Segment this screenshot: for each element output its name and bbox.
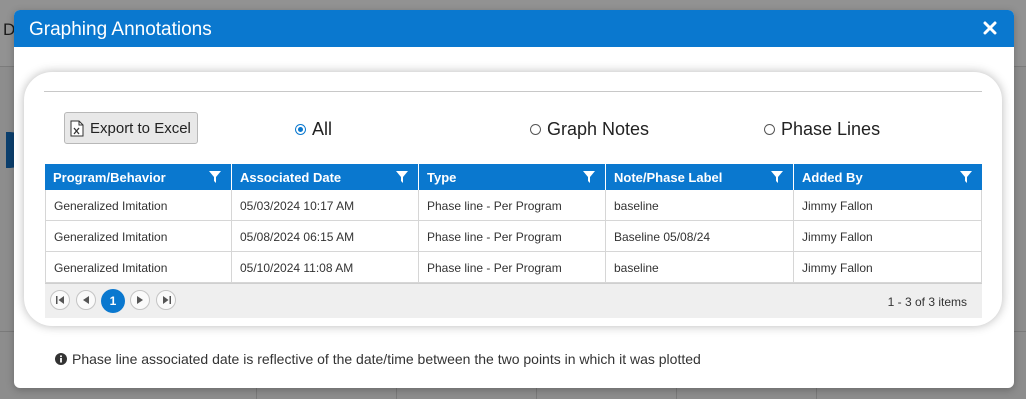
cell-type: Phase line - Per Program xyxy=(419,221,606,251)
last-page-icon xyxy=(162,296,171,304)
filter-icon[interactable] xyxy=(209,171,221,183)
pager-summary: 1 - 3 of 3 items xyxy=(887,295,967,309)
last-page-button[interactable] xyxy=(156,290,176,310)
next-page-icon xyxy=(137,296,143,304)
radio-circle xyxy=(295,124,306,135)
filter-icon[interactable] xyxy=(396,171,408,183)
grid-header: Program/Behavior Associated Date Type No… xyxy=(45,164,982,190)
cell-program-behavior: Generalized Imitation xyxy=(45,252,232,282)
cell-type: Phase line - Per Program xyxy=(419,190,606,220)
column-header-label: Added By xyxy=(802,170,863,185)
filter-radio-label: Graph Notes xyxy=(547,119,650,139)
filter-radio-label: All xyxy=(312,119,333,139)
cell-associated-date: 05/10/2024 11:08 AM xyxy=(232,252,419,282)
column-header-type[interactable]: Type xyxy=(419,164,606,190)
previous-page-button[interactable] xyxy=(76,290,96,310)
cell-program-behavior: Generalized Imitation xyxy=(45,190,232,220)
excel-file-icon xyxy=(70,120,84,136)
column-header-label: Type xyxy=(427,170,457,185)
cell-note-phase-label: baseline xyxy=(606,252,794,282)
filter-icon[interactable] xyxy=(960,171,972,183)
close-icon xyxy=(983,21,997,35)
next-page-button[interactable] xyxy=(130,290,150,310)
cell-added-by: Jimmy Fallon xyxy=(794,221,982,251)
phase-line-info-note: Phase line associated date is reflective… xyxy=(55,351,701,367)
annotations-panel: Export to Excel All Graph Notes Phase Li… xyxy=(24,72,1002,326)
export-to-excel-button[interactable]: Export to Excel xyxy=(64,112,198,144)
cell-note-phase-label: baseline xyxy=(606,190,794,220)
filter-icon[interactable] xyxy=(583,171,595,183)
filter-icon[interactable] xyxy=(771,171,783,183)
column-header-label: Program/Behavior xyxy=(53,170,166,185)
cell-added-by: Jimmy Fallon xyxy=(794,190,982,220)
filter-radio-graph-notes[interactable]: Graph Notes xyxy=(530,119,649,140)
graphing-annotations-modal: Graphing Annotations Export to Excel All… xyxy=(14,10,1014,388)
radio-circle xyxy=(530,124,541,135)
cell-program-behavior: Generalized Imitation xyxy=(45,221,232,251)
close-button[interactable] xyxy=(980,18,1000,38)
cell-associated-date: 05/08/2024 06:15 AM xyxy=(232,221,419,251)
column-header-program-behavior[interactable]: Program/Behavior xyxy=(45,164,232,190)
previous-page-icon xyxy=(83,296,89,304)
column-header-label: Associated Date xyxy=(240,170,342,185)
modal-title: Graphing Annotations xyxy=(29,19,212,40)
cell-note-phase-label: Baseline 05/08/24 xyxy=(606,221,794,251)
column-header-associated-date[interactable]: Associated Date xyxy=(232,164,419,190)
first-page-button[interactable] xyxy=(50,290,70,310)
export-button-label: Export to Excel xyxy=(90,119,191,137)
info-icon xyxy=(55,353,67,365)
column-header-label: Note/Phase Label xyxy=(614,170,723,185)
filter-radio-phase-lines[interactable]: Phase Lines xyxy=(764,119,880,140)
filter-radio-all[interactable]: All xyxy=(295,119,332,140)
info-note-text: Phase line associated date is reflective… xyxy=(72,351,701,367)
panel-divider xyxy=(44,91,982,92)
cell-associated-date: 05/03/2024 10:17 AM xyxy=(232,190,419,220)
column-header-added-by[interactable]: Added By xyxy=(794,164,982,190)
modal-titlebar: Graphing Annotations xyxy=(14,10,1014,47)
annotations-grid: Program/Behavior Associated Date Type No… xyxy=(45,164,982,318)
cell-added-by: Jimmy Fallon xyxy=(794,252,982,282)
radio-circle xyxy=(764,124,775,135)
table-row[interactable]: Generalized Imitation 05/03/2024 10:17 A… xyxy=(45,190,982,221)
first-page-icon xyxy=(55,296,64,304)
current-page-button[interactable]: 1 xyxy=(101,289,125,313)
column-header-note-phase-label[interactable]: Note/Phase Label xyxy=(606,164,794,190)
grid-pager: 1 1 - 3 of 3 items xyxy=(45,283,982,318)
cell-type: Phase line - Per Program xyxy=(419,252,606,282)
filter-radio-label: Phase Lines xyxy=(781,119,881,139)
table-row[interactable]: Generalized Imitation 05/10/2024 11:08 A… xyxy=(45,252,982,283)
table-row[interactable]: Generalized Imitation 05/08/2024 06:15 A… xyxy=(45,221,982,252)
